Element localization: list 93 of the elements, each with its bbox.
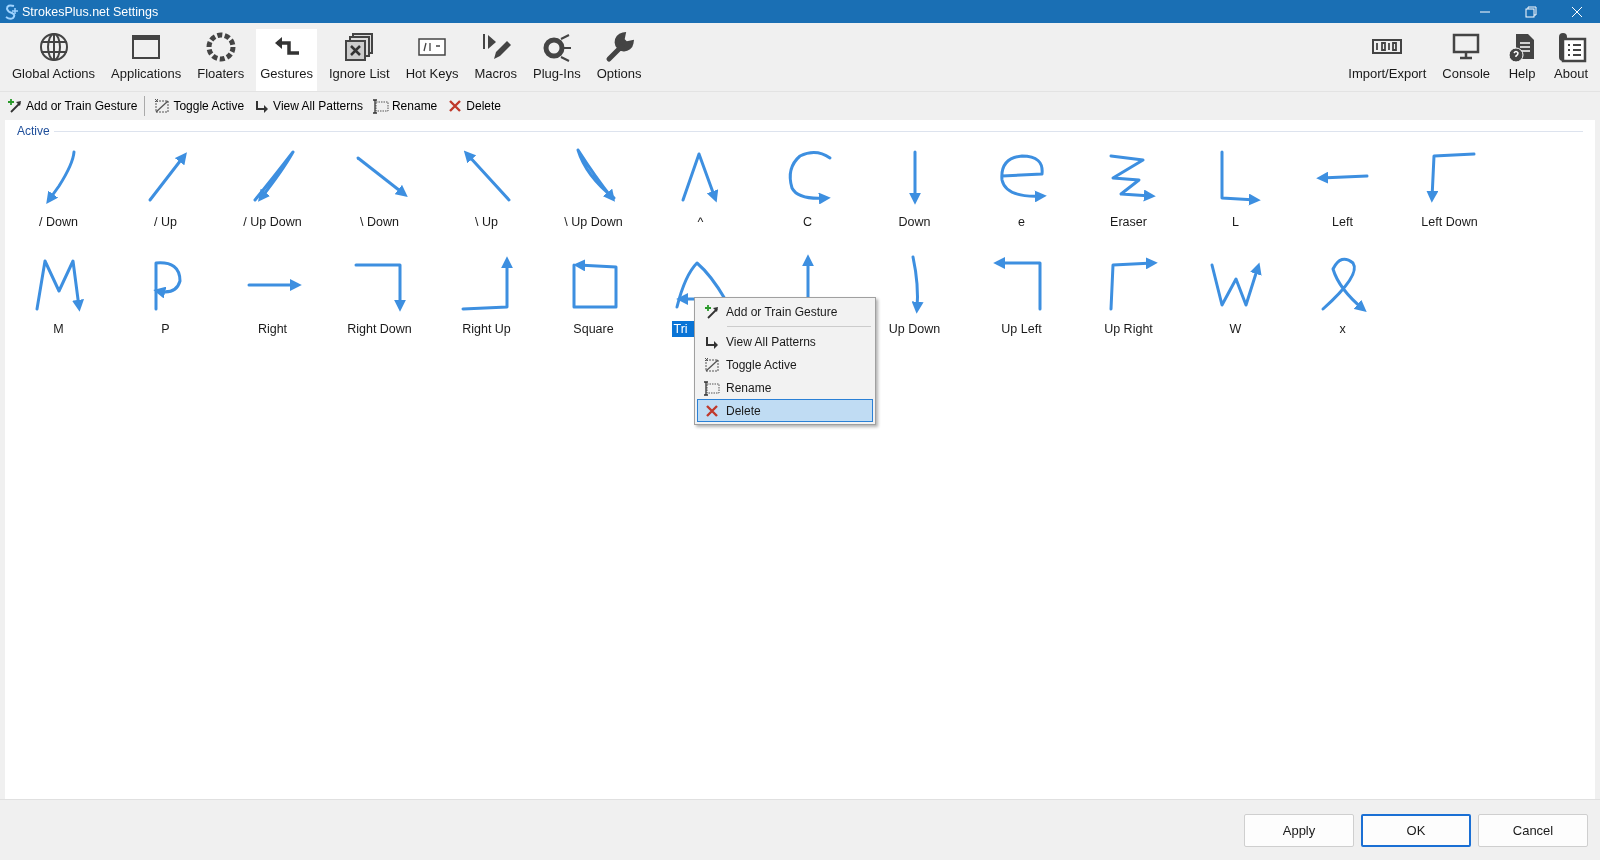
gesture-stroke-drawing[interactable]: [354, 263, 406, 312]
gesture-label[interactable]: Up Down: [886, 321, 943, 337]
rename-field-icon: [372, 98, 389, 114]
gesture-stroke-drawing[interactable]: [681, 152, 718, 203]
toggle-square-icon: [704, 356, 720, 373]
delete-icon: [704, 402, 720, 419]
gesture-stroke-drawing[interactable]: [572, 259, 617, 309]
gesture-label[interactable]: / Down: [37, 214, 80, 230]
gesture-stroke-drawing[interactable]: [1210, 262, 1262, 307]
dialog-button[interactable]: Apply: [1244, 813, 1354, 847]
gesture-label[interactable]: W: [1227, 321, 1244, 337]
gesture-stroke-drawing[interactable]: [1109, 154, 1156, 202]
toolbar-tab[interactable]: Gestures: [256, 29, 317, 91]
menu-item[interactable]: View All Patterns: [697, 330, 873, 353]
gesture-stroke-drawing[interactable]: [148, 152, 187, 202]
gesture-label[interactable]: e: [1016, 214, 1027, 230]
dialog-button[interactable]: OK: [1361, 813, 1471, 847]
gesture-stroke-drawing[interactable]: [35, 259, 84, 312]
gesture-label[interactable]: / Up: [152, 214, 179, 230]
gesture-label[interactable]: Left Down: [1419, 214, 1480, 230]
toolbar-button[interactable]: View All Patterns: [251, 96, 366, 116]
gesture-stroke-drawing[interactable]: [908, 150, 921, 205]
gesture-label[interactable]: x: [1337, 321, 1348, 337]
gesture-stroke-drawing[interactable]: [152, 261, 181, 311]
gesture-stroke-drawing[interactable]: [992, 257, 1041, 311]
gesture-label[interactable]: Left: [1330, 214, 1355, 230]
toolbar-tab[interactable]: Macros: [470, 29, 521, 91]
gesture-stroke-drawing[interactable]: [1321, 257, 1367, 313]
toolbar-tab[interactable]: Ignore List: [324, 29, 394, 91]
gesture-label[interactable]: \ Down: [358, 214, 401, 230]
toolbar-tab[interactable]: Help: [1502, 29, 1542, 91]
dotted-ring-icon: [204, 31, 237, 63]
group-title: Active: [17, 124, 50, 138]
toolbar-tab[interactable]: Applications: [107, 29, 186, 91]
gesture-stroke-drawing[interactable]: [45, 150, 75, 204]
gesture-label[interactable]: / Up Down: [241, 214, 304, 230]
toolbar-tab[interactable]: Options: [592, 29, 646, 91]
gesture-stroke-drawing[interactable]: [911, 255, 923, 314]
rename-field-icon: [704, 379, 720, 396]
stacked-windows-icon: [343, 31, 376, 63]
gesture-label[interactable]: Right: [255, 321, 290, 337]
menu-item[interactable]: Add or Train Gesture: [697, 300, 873, 323]
app-logo-icon: [4, 3, 18, 20]
gesture-label[interactable]: Right Up: [460, 321, 513, 337]
toolbar-tab[interactable]: Plug-Ins: [529, 29, 585, 91]
window-title: StrokesPlus.net Settings: [21, 4, 160, 19]
toolbar-tab[interactable]: About: [1550, 29, 1592, 91]
add-arrow-icon: [7, 98, 23, 114]
toolbar-button[interactable]: Toggle Active: [151, 96, 248, 116]
toolbar-tab[interactable]: Floaters: [193, 29, 249, 91]
gesture-label[interactable]: C: [801, 214, 814, 230]
corner-arrow-icon: [254, 98, 271, 114]
toolbar-button[interactable]: Delete: [444, 96, 504, 116]
gesture-label[interactable]: Up Right: [1102, 321, 1155, 337]
menu-item[interactable]: Toggle Active: [697, 353, 873, 376]
add-arrow-icon: [704, 303, 720, 320]
gesture-label[interactable]: Up Left: [999, 321, 1044, 337]
gesture-label[interactable]: Down: [896, 214, 933, 230]
toggle-square-icon: [154, 98, 171, 114]
toolbar-tab[interactable]: Global Actions: [8, 29, 100, 91]
gesture-stroke-drawing[interactable]: [253, 150, 294, 202]
globe-icon: [37, 31, 70, 63]
gesture-label[interactable]: P: [159, 321, 172, 337]
gesture-label[interactable]: M: [51, 321, 66, 337]
toolbar-tab[interactable]: Hot Keys: [401, 29, 463, 91]
delete-icon: [447, 98, 464, 114]
gesture-label[interactable]: Eraser: [1108, 214, 1149, 230]
toolbar-tab[interactable]: Import/Export: [1344, 29, 1431, 91]
toolbar-tab[interactable]: Console: [1438, 29, 1494, 91]
gesture-stroke-drawing[interactable]: [356, 156, 408, 197]
gesture-stroke-drawing[interactable]: [1220, 150, 1261, 206]
gesture-label[interactable]: Square: [571, 321, 616, 337]
close-icon[interactable]: [1571, 5, 1583, 18]
toolbar-button[interactable]: Rename: [369, 96, 441, 116]
gesture-label[interactable]: \ Up: [473, 214, 500, 230]
gesture-stroke-drawing[interactable]: [576, 148, 615, 202]
gesture-stroke-drawing[interactable]: [788, 150, 831, 205]
gesture-label[interactable]: ^: [695, 214, 706, 230]
restore-icon[interactable]: [1525, 5, 1537, 18]
gesture-label[interactable]: \ Up Down: [562, 214, 625, 230]
gesture-stroke-drawing[interactable]: [247, 279, 302, 291]
gesture-label[interactable]: Right Down: [345, 321, 414, 337]
menu-item[interactable]: Rename: [697, 376, 873, 399]
gesture-label[interactable]: L: [1230, 214, 1241, 230]
gesture-stroke-drawing[interactable]: [1315, 171, 1368, 184]
toolbar-button[interactable]: Add or Train Gesture: [4, 96, 141, 116]
gesture-stroke-drawing[interactable]: [1425, 152, 1475, 203]
gesture-stroke-drawing[interactable]: [1109, 257, 1158, 311]
dialog-button[interactable]: Cancel: [1478, 813, 1588, 847]
gesture-stroke-drawing[interactable]: [463, 150, 510, 202]
gesture-stroke-drawing[interactable]: [461, 256, 513, 311]
menu-item[interactable]: Delete: [697, 399, 873, 422]
gesture-stroke-drawing[interactable]: [999, 154, 1047, 203]
